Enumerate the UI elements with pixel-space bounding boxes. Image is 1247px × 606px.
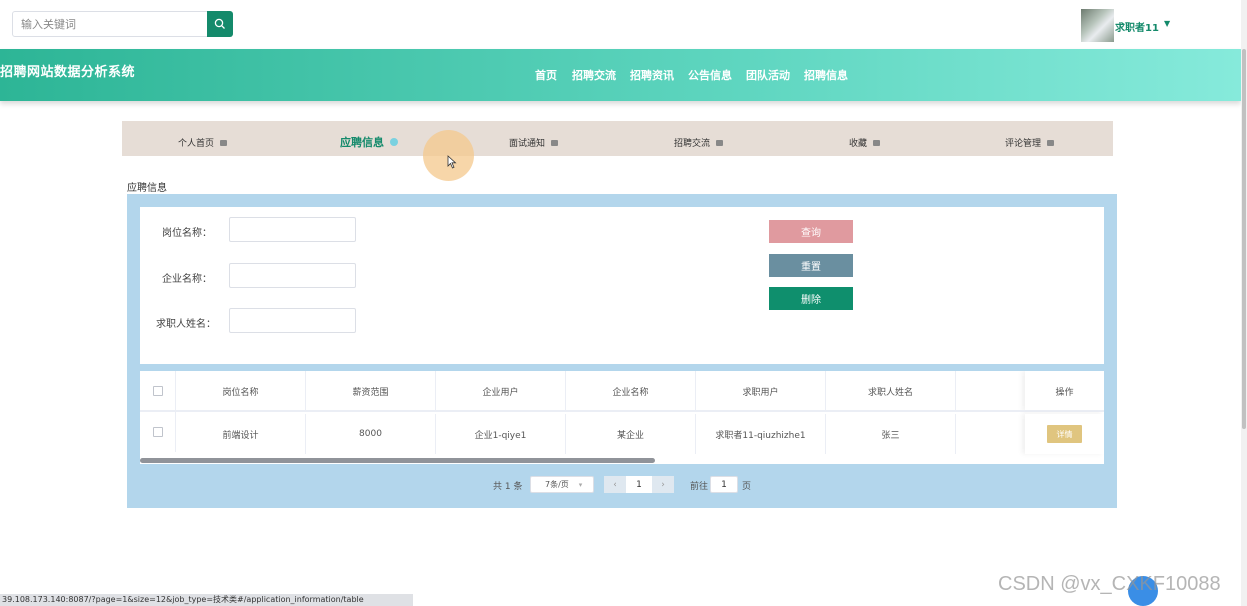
goto-page-input[interactable]: 1 [710, 476, 738, 493]
home-icon [716, 139, 724, 146]
table-cell: 8000 [306, 414, 436, 454]
page-size-value: 7条/页 [545, 480, 569, 489]
tab-label: 评论管理 [1005, 139, 1042, 149]
table-cell: 前端设计 [176, 414, 306, 454]
seeker-name-label: 求职人姓名： [156, 319, 216, 330]
pagination-total: 共 1 条 [493, 482, 523, 492]
delete-button[interactable]: 删除 [769, 287, 853, 310]
nav-recruit-info[interactable]: 招聘信息 [804, 67, 848, 83]
page-scrollbar-thumb[interactable] [1242, 49, 1246, 429]
nav-recruit-exchange[interactable]: 招聘交流 [572, 67, 616, 83]
home-icon [551, 139, 559, 146]
tab-label: 招聘交流 [674, 139, 711, 149]
select-all-checkbox[interactable] [152, 385, 163, 396]
tab-applications[interactable]: 应聘信息 [340, 134, 398, 150]
site-title: 招聘网站数据分析系统 [0, 65, 136, 80]
company-name-input[interactable] [229, 263, 356, 288]
goto-suffix: 页 [742, 482, 752, 492]
caret-down-icon[interactable]: ▼ [1164, 19, 1170, 28]
page-number-1[interactable]: 1 [626, 476, 652, 493]
dot-icon [390, 138, 398, 146]
header-divider [140, 410, 1104, 412]
seeker-name-input[interactable] [229, 308, 356, 333]
prev-page-button[interactable]: ‹ [604, 476, 626, 493]
goto-prefix: 前往 [690, 482, 709, 492]
section-title: 应聘信息 [127, 183, 167, 194]
nav-team-activities[interactable]: 团队活动 [746, 67, 790, 83]
company-name-label: 企业名称： [162, 274, 212, 285]
detail-button[interactable]: 详情 [1047, 425, 1082, 443]
tab-label: 面试通知 [509, 139, 546, 149]
tab-comment-management[interactable]: 评论管理 [1005, 136, 1055, 149]
tab-label: 收藏 [849, 139, 868, 149]
tab-label: 应聘信息 [340, 136, 384, 149]
reset-button[interactable]: 重置 [769, 254, 853, 277]
user-center-tabbar [122, 121, 1113, 156]
table-horizontal-scrollbar[interactable] [140, 458, 655, 463]
chevron-down-icon: ▾ [578, 480, 583, 489]
search-button[interactable] [207, 11, 233, 37]
tab-personal-home[interactable]: 个人首页 [178, 136, 228, 149]
table-cell: 某企业 [566, 414, 696, 454]
job-name-input[interactable] [229, 217, 356, 242]
home-icon [1047, 139, 1055, 146]
page-size-select[interactable]: 7条/页 ▾ [530, 476, 594, 493]
row-select-cell [140, 412, 176, 452]
table-header: 岗位名称 [176, 371, 306, 411]
nav-recruit-news[interactable]: 招聘资讯 [630, 67, 674, 83]
next-page-button[interactable]: › [652, 476, 674, 493]
tab-label: 个人首页 [178, 139, 215, 149]
table-header: 企业用户 [436, 371, 566, 411]
status-url: 39.108.173.140:8087/?page=1&size=12&job_… [0, 594, 413, 606]
row-checkbox[interactable] [152, 427, 163, 437]
query-button[interactable]: 查询 [769, 220, 853, 243]
job-name-label: 岗位名称： [162, 228, 212, 239]
header-banner [0, 49, 1241, 101]
table-header: 操作 [1025, 371, 1104, 411]
nav-home[interactable]: 首页 [535, 67, 557, 83]
search-icon [214, 18, 225, 29]
table-header: 薪资范围 [306, 371, 436, 411]
tab-favorites[interactable]: 收藏 [849, 136, 881, 149]
home-icon [220, 139, 228, 146]
tab-interview-notice[interactable]: 面试通知 [509, 136, 559, 149]
tab-recruit-exchange[interactable]: 招聘交流 [674, 136, 724, 149]
avatar[interactable] [1081, 9, 1114, 42]
table-cell: 求职者11-qiuzhizhe1 [696, 414, 826, 454]
table-header: 求职用户 [696, 371, 826, 411]
applications-table: 岗位名称 薪资范围 企业用户 企业名称 求职用户 求职人姓名 求职人 操作 前端… [140, 371, 1104, 464]
table-cell: 张三 [826, 414, 956, 454]
table-header: 企业名称 [566, 371, 696, 411]
mouse-pointer-icon [447, 155, 457, 169]
table-cell: 企业1-qiye1 [436, 414, 566, 454]
select-all-cell [140, 371, 176, 411]
watermark: CSDN @vx_CXKF10088 [998, 573, 1221, 595]
search-input[interactable] [12, 11, 208, 37]
nav-announcements[interactable]: 公告信息 [688, 67, 732, 83]
actions-cell: 详情 [1025, 414, 1104, 454]
home-icon [873, 139, 881, 146]
table-header: 求职人姓名 [826, 371, 956, 411]
username-label[interactable]: 求职者11 [1115, 19, 1159, 34]
